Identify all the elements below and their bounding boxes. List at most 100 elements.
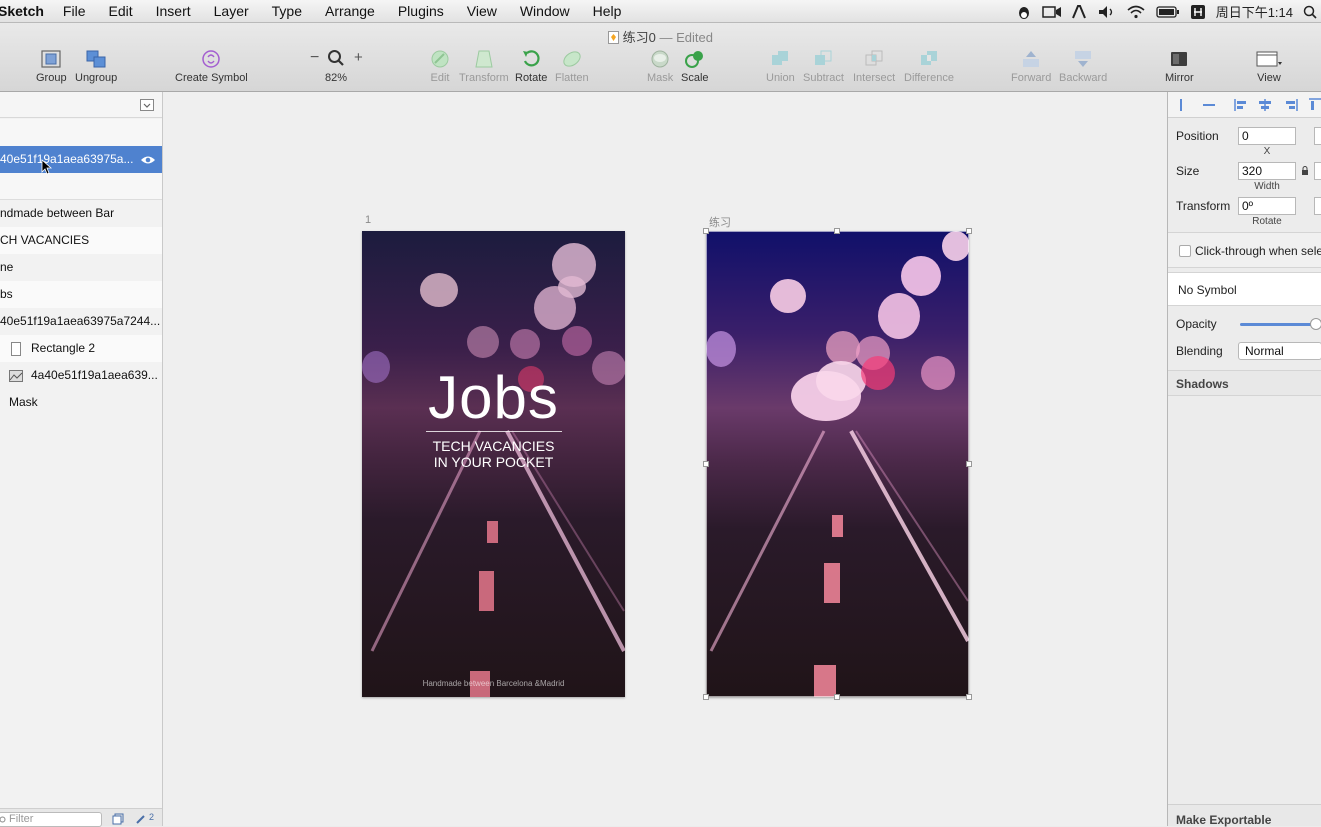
- volume-icon[interactable]: [1098, 5, 1116, 19]
- artboard-2-label[interactable]: 练习: [709, 214, 731, 230]
- rotate-input[interactable]: 0º: [1238, 197, 1296, 215]
- pages-icon[interactable]: [112, 813, 124, 825]
- union-label: Union: [766, 72, 795, 84]
- resize-handle[interactable]: [703, 694, 709, 700]
- menubar-clock[interactable]: 周日下午1:14: [1216, 2, 1293, 21]
- make-exportable-button[interactable]: Make Exportable: [1176, 813, 1271, 827]
- width-input[interactable]: 320: [1238, 162, 1296, 180]
- layer-row-tech-vacancies[interactable]: CH VACANCIES: [0, 227, 162, 254]
- scale-button[interactable]: Scale: [681, 49, 709, 84]
- mask-button[interactable]: Mask: [647, 49, 673, 84]
- mirror-icon: [1171, 52, 1188, 66]
- qq-penguin-icon[interactable]: [1016, 4, 1032, 20]
- menu-window[interactable]: Window: [520, 3, 570, 19]
- resize-handle[interactable]: [966, 461, 972, 467]
- blending-select[interactable]: Normal: [1238, 342, 1321, 360]
- create-symbol-button[interactable]: Create Symbol: [175, 49, 248, 84]
- position-y-input[interactable]: [1314, 127, 1321, 145]
- menu-bar: Sketch File Edit Insert Layer Type Arran…: [0, 0, 1321, 23]
- distribute-horizontal-icon[interactable]: [1176, 98, 1186, 112]
- subtract-button[interactable]: Subtract: [803, 49, 844, 84]
- forward-button[interactable]: Forward: [1011, 49, 1051, 84]
- zoom-in-button[interactable]: +: [354, 49, 363, 66]
- menu-type[interactable]: Type: [272, 3, 302, 19]
- menu-view[interactable]: View: [467, 3, 497, 19]
- height-input[interactable]: [1314, 162, 1321, 180]
- layers-footer: Filter 2: [0, 808, 162, 827]
- canvas[interactable]: 1 练习 Jobs TECH VACANCIES IN YOUR POCKET …: [163, 92, 1167, 826]
- lock-proportions-icon[interactable]: [1301, 166, 1309, 176]
- spotlight-search-icon[interactable]: [1303, 5, 1317, 19]
- menu-app-sketch[interactable]: Sketch: [0, 3, 44, 19]
- collapse-all-icon[interactable]: [140, 99, 154, 111]
- align-left-icon[interactable]: [1234, 98, 1248, 112]
- layer-row-group[interactable]: 40e51f19a1aea63975a7244...: [0, 308, 162, 335]
- symbol-select[interactable]: No Symbol: [1178, 283, 1237, 297]
- battery-icon[interactable]: [1156, 5, 1180, 18]
- zoom-magnifier-icon[interactable]: [327, 49, 345, 67]
- difference-button[interactable]: Difference: [904, 49, 954, 84]
- mirror-button[interactable]: Mirror: [1165, 49, 1194, 84]
- edit-button[interactable]: Edit: [429, 49, 451, 84]
- group-button[interactable]: Group: [36, 49, 67, 84]
- subtract-label: Subtract: [803, 72, 844, 84]
- opacity-slider-track[interactable]: [1240, 323, 1316, 326]
- opacity-slider-knob[interactable]: [1310, 318, 1321, 330]
- distribute-vertical-icon[interactable]: [1202, 98, 1216, 112]
- layer-row-blank[interactable]: [0, 119, 162, 146]
- resize-handle[interactable]: [834, 694, 840, 700]
- zoom-out-button[interactable]: −: [310, 49, 319, 67]
- eye-icon[interactable]: [140, 155, 156, 165]
- menu-plugins[interactable]: Plugins: [398, 3, 444, 19]
- layer-row-handmade-text[interactable]: ndmade between Bar: [0, 200, 162, 227]
- layer-row-line[interactable]: ne: [0, 254, 162, 281]
- layer-row-image[interactable]: 4a40e51f19a1aea639...: [0, 362, 162, 389]
- flip-input[interactable]: [1314, 197, 1321, 215]
- resize-handle[interactable]: [966, 228, 972, 234]
- backward-button[interactable]: Backward: [1059, 49, 1107, 84]
- union-icon: [772, 51, 789, 65]
- menu-edit[interactable]: Edit: [108, 3, 132, 19]
- view-button[interactable]: View: [1255, 49, 1283, 84]
- menu-file[interactable]: File: [63, 3, 86, 19]
- resize-handle[interactable]: [966, 694, 972, 700]
- menu-insert[interactable]: Insert: [156, 3, 191, 19]
- input-method-icon[interactable]: [1190, 4, 1206, 20]
- menu-help[interactable]: Help: [593, 3, 622, 19]
- menu-layer[interactable]: Layer: [214, 3, 249, 19]
- edit-label: Edit: [430, 72, 450, 84]
- resize-handle[interactable]: [703, 228, 709, 234]
- resize-handle[interactable]: [703, 461, 709, 467]
- resize-handle[interactable]: [834, 228, 840, 234]
- rotate-button[interactable]: Rotate: [515, 49, 547, 84]
- forward-label: Forward: [1011, 72, 1052, 84]
- layer-row-mask[interactable]: Mask: [0, 389, 162, 416]
- click-through-checkbox[interactable]: [1179, 245, 1191, 257]
- align-right-icon[interactable]: [1284, 98, 1298, 112]
- layer-row-jobs[interactable]: bs: [0, 281, 162, 308]
- layer-filter-input[interactable]: Filter: [0, 812, 102, 827]
- align-center-icon[interactable]: [1258, 98, 1272, 112]
- layer-row-blank-2[interactable]: [0, 173, 162, 200]
- screen-record-icon[interactable]: [1041, 5, 1062, 19]
- ungroup-button[interactable]: Ungroup: [75, 49, 117, 84]
- toolbar: 练习0 — Edited Group Ungroup Create Symbol…: [0, 23, 1321, 92]
- intersect-button[interactable]: Intersect: [853, 49, 895, 84]
- flatten-button[interactable]: Flatten: [555, 49, 589, 84]
- shadows-header[interactable]: Shadows: [1176, 377, 1229, 391]
- artboard-1[interactable]: Jobs TECH VACANCIES IN YOUR POCKET Handm…: [362, 231, 625, 697]
- layer-row-selected[interactable]: 40e51f19a1aea63975a...: [0, 146, 162, 173]
- font-tool-icon[interactable]: [1071, 4, 1088, 19]
- zoom-level: 82%: [324, 72, 348, 84]
- align-top-icon[interactable]: [1308, 98, 1321, 112]
- menu-arrange[interactable]: Arrange: [325, 3, 375, 19]
- layer-row-rectangle-2[interactable]: Rectangle 2: [0, 335, 162, 362]
- transform-button[interactable]: Transform: [459, 49, 509, 84]
- title-separator: —: [659, 30, 673, 45]
- slice-pencil-icon[interactable]: [135, 813, 147, 825]
- wifi-icon[interactable]: [1126, 5, 1146, 19]
- artboard-1-label[interactable]: 1: [365, 214, 371, 226]
- zoom-control: − + 82%: [308, 49, 364, 84]
- position-x-input[interactable]: 0: [1238, 127, 1296, 145]
- union-button[interactable]: Union: [766, 49, 795, 84]
